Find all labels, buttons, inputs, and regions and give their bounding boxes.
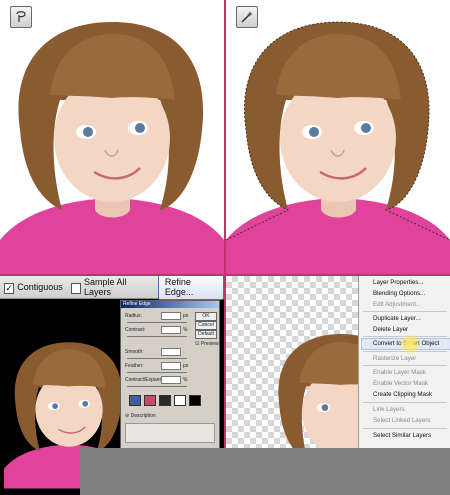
contract-expand-field[interactable] xyxy=(161,376,181,384)
tool-options-bar: ✓ Contiguous Sample All Layers Refine Ed… xyxy=(0,276,224,300)
menu-separator xyxy=(363,311,447,312)
feather-label: Feather: xyxy=(125,363,144,369)
menu-item-select-linked-layers[interactable]: Select Linked Layers xyxy=(373,417,430,424)
dialog-titlebar: Refine Edge xyxy=(121,301,219,308)
contrast-field[interactable] xyxy=(161,326,181,334)
radius-slider[interactable] xyxy=(127,322,187,323)
description-box xyxy=(125,423,215,443)
panel-divider-vertical xyxy=(224,0,226,495)
sample-all-layers-label: Sample All Layers xyxy=(84,277,127,297)
contract-expand-label: Contract/Expand: xyxy=(125,377,164,383)
contract-expand-slider[interactable] xyxy=(127,386,187,387)
panel-divider-horizontal xyxy=(0,274,450,276)
girl-photo xyxy=(0,22,224,274)
bottom-gray-bar xyxy=(80,448,450,495)
cursor-glow xyxy=(400,334,420,354)
menu-item-layer-properties[interactable]: Layer Properties... xyxy=(373,279,424,286)
contract-expand-unit: % xyxy=(183,377,188,383)
view-mode-icons xyxy=(129,395,201,406)
girl-photo-selected xyxy=(226,21,450,274)
view-mode-icon[interactable] xyxy=(174,395,186,406)
contrast-unit: % xyxy=(183,327,188,333)
view-mode-icon[interactable] xyxy=(189,395,201,406)
cancel-button[interactable]: Cancel xyxy=(195,321,217,330)
default-button[interactable]: Default xyxy=(195,330,217,339)
smooth-slider[interactable] xyxy=(127,358,187,359)
smooth-field[interactable] xyxy=(161,348,181,356)
refine-edge-button[interactable]: Refine Edge... xyxy=(157,276,224,300)
view-mode-icon[interactable] xyxy=(144,395,156,406)
preview-checkbox[interactable]: ☑ Preview xyxy=(195,341,219,347)
view-mode-icon[interactable] xyxy=(159,395,171,406)
menu-item-rasterize-layer[interactable]: Rasterize Layer xyxy=(373,355,416,362)
sample-all-layers-checkbox[interactable] xyxy=(70,282,82,294)
ok-button[interactable]: OK xyxy=(195,312,217,321)
menu-item-link-layers[interactable]: Link Layers xyxy=(373,406,405,413)
panel-magic-wand-selection xyxy=(226,0,450,274)
description-label: Description xyxy=(130,413,156,419)
radius-field[interactable] xyxy=(161,312,181,320)
menu-item-enable-layer-mask[interactable]: Enable Layer Mask xyxy=(373,369,426,376)
menu-item-create-clipping-mask[interactable]: Create Clipping Mask xyxy=(373,391,432,398)
feather-field[interactable] xyxy=(161,362,181,370)
preview-label: Preview xyxy=(200,341,219,347)
menu-item-duplicate-layer[interactable]: Duplicate Layer... xyxy=(373,315,421,322)
radius-label: Radius: xyxy=(125,313,142,319)
menu-item-enable-vector-mask[interactable]: Enable Vector Mask xyxy=(373,380,428,387)
radius-unit: px xyxy=(183,313,189,319)
menu-item-select-similar-layers[interactable]: Select Similar Layers xyxy=(373,432,431,439)
menu-item-edit-adjustment[interactable]: Edit Adjustment... xyxy=(373,301,421,308)
view-mode-icon[interactable] xyxy=(129,395,141,406)
contrast-label: Contrast: xyxy=(125,327,146,333)
description-toggle[interactable]: ⊖ Description xyxy=(125,413,156,419)
menu-separator xyxy=(363,402,447,403)
menu-separator xyxy=(363,428,447,429)
smooth-label: Smooth: xyxy=(125,349,144,355)
menu-item-blending-options[interactable]: Blending Options... xyxy=(373,290,425,297)
panel-original-photo xyxy=(0,0,224,274)
feather-unit: px xyxy=(183,363,189,369)
menu-item-delete-layer[interactable]: Delete Layer xyxy=(373,326,408,333)
menu-separator xyxy=(363,365,447,366)
contiguous-checkbox[interactable]: ✓ xyxy=(4,282,15,294)
contiguous-label: Contiguous xyxy=(17,282,63,292)
feather-slider[interactable] xyxy=(127,372,187,373)
contrast-slider[interactable] xyxy=(127,336,187,337)
